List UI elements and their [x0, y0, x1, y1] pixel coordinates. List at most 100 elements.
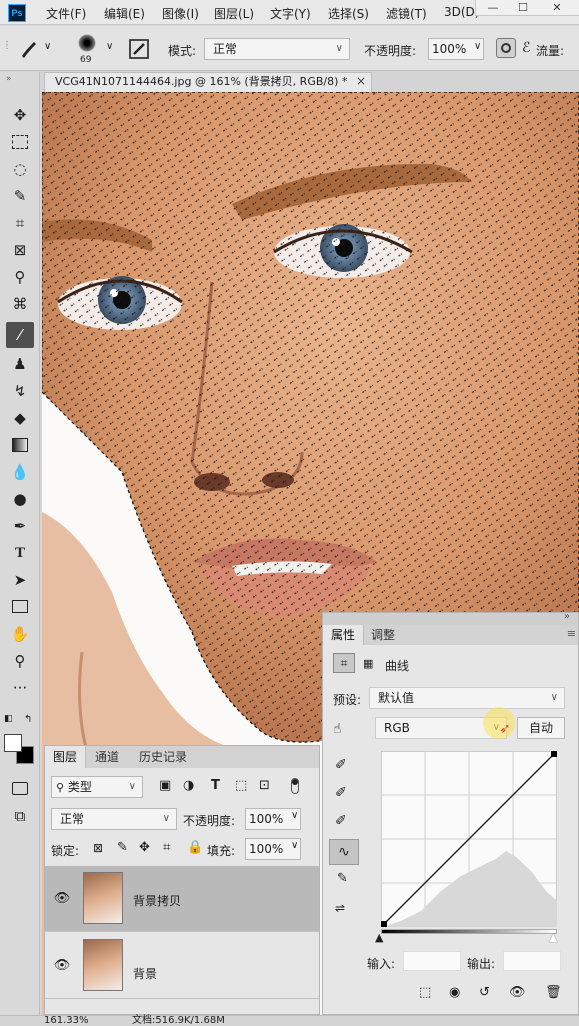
lasso-tool-icon[interactable]: ◌: [6, 156, 34, 182]
white-slider-icon[interactable]: ▲: [549, 931, 557, 944]
hand-tool-icon[interactable]: ✋: [6, 621, 34, 647]
lock-all-icon[interactable]: 🔒: [187, 840, 203, 855]
collapse-toolbar-icon[interactable]: »: [6, 74, 12, 84]
maximize-button[interactable]: ☐: [510, 0, 536, 16]
brush-tip-icon[interactable]: [78, 34, 96, 52]
quick-mask-icon[interactable]: [6, 776, 34, 802]
photoshop-logo: Ps: [8, 4, 26, 22]
collapse-panel-icon[interactable]: »: [564, 611, 570, 622]
curve-draw-pencil-icon[interactable]: ✎: [337, 871, 348, 886]
chevron-down-icon[interactable]: ∨: [474, 41, 481, 52]
menu-layer[interactable]: 图层(L): [214, 5, 254, 22]
gray-point-eyedropper-icon[interactable]: ✐: [335, 785, 347, 801]
pressure-opacity-icon[interactable]: [496, 38, 516, 58]
zoom-tool-icon[interactable]: ⚲: [6, 648, 34, 674]
lock-pixels-icon[interactable]: ✎: [117, 840, 128, 855]
lock-position-icon[interactable]: ✥: [139, 840, 150, 855]
chevron-down-icon[interactable]: ∨: [291, 810, 298, 821]
tab-channels[interactable]: 通道: [87, 746, 127, 768]
panel-menu-icon[interactable]: ≡: [567, 627, 576, 640]
menu-type[interactable]: 文字(Y): [270, 5, 311, 22]
close-window-button[interactable]: ✕: [544, 0, 570, 16]
white-point-eyedropper-icon[interactable]: ✐: [335, 813, 347, 829]
black-point-eyedropper-icon[interactable]: ✐: [335, 757, 347, 773]
curve-graph[interactable]: [381, 751, 557, 927]
gradient-tool-icon[interactable]: [6, 432, 34, 458]
move-tool-icon[interactable]: ✥: [6, 102, 34, 128]
document-tab[interactable]: VCG41N1071144464.jpg @ 161% (背景拷贝, RGB/8…: [44, 72, 372, 92]
close-document-icon[interactable]: ×: [356, 72, 366, 90]
auto-button[interactable]: 自动: [517, 717, 565, 739]
black-slider-icon[interactable]: ▲: [375, 931, 383, 944]
chevron-down-icon[interactable]: ∨: [44, 41, 51, 52]
panel-title: 曲线: [385, 659, 410, 673]
lock-artboard-icon[interactable]: ⌗: [163, 840, 170, 855]
pixel-mask-icon[interactable]: ▦: [363, 657, 373, 670]
brush-tool-icon[interactable]: ⁄: [6, 322, 34, 348]
marquee-tool-icon[interactable]: [6, 129, 34, 155]
visibility-eye-icon[interactable]: 👁: [53, 890, 71, 908]
screen-mode-icon[interactable]: ⧉: [6, 803, 34, 829]
pen-tool-icon[interactable]: ✒: [6, 513, 34, 539]
tab-adjustments[interactable]: 调整: [363, 625, 403, 645]
crop-tool-icon[interactable]: ⌗: [6, 210, 34, 236]
brush-panel-icon[interactable]: [128, 38, 150, 60]
blur-tool-icon[interactable]: 💧: [6, 459, 34, 485]
menu-image[interactable]: 图像(I): [162, 5, 199, 22]
path-selection-tool-icon[interactable]: ➤: [6, 567, 34, 593]
smooth-curve-icon[interactable]: ⇌: [335, 901, 345, 915]
minimize-button[interactable]: —: [480, 0, 506, 16]
menu-select[interactable]: 选择(S): [328, 5, 369, 22]
swap-colors-icon[interactable]: ↰: [24, 714, 32, 725]
foreground-color-swatch[interactable]: [4, 734, 22, 752]
layer-row-background[interactable]: 👁 背景: [45, 933, 319, 999]
lock-transparent-icon[interactable]: ⊠: [93, 841, 103, 855]
filter-smart-object-icon[interactable]: ⊡: [259, 778, 270, 793]
menu-filter[interactable]: 滤镜(T): [386, 5, 427, 22]
visibility-eye-icon[interactable]: 👁: [53, 957, 71, 975]
input-value-field[interactable]: [403, 951, 461, 971]
chevron-down-icon: ∨: [128, 781, 136, 792]
eraser-tool-icon[interactable]: ◆: [6, 405, 34, 431]
layer-filter-dropdown[interactable]: ⚲ 类型 ∨: [51, 776, 143, 798]
zoom-level[interactable]: 161.33%: [44, 1016, 89, 1026]
output-gradient-bar: [381, 929, 557, 934]
menu-edit[interactable]: 编辑(E): [104, 5, 145, 22]
curve-edit-points-icon[interactable]: ∿: [329, 839, 359, 865]
default-colors-icon[interactable]: ◧: [4, 714, 13, 724]
tab-layers[interactable]: 图层: [45, 746, 87, 768]
rectangle-tool-icon[interactable]: [6, 594, 34, 620]
mode-dropdown[interactable]: 正常 ∨: [204, 38, 350, 60]
brush-preset-icon[interactable]: [18, 38, 40, 60]
history-brush-tool-icon[interactable]: ↯: [6, 378, 34, 404]
chevron-down-icon[interactable]: ∨: [291, 840, 298, 851]
chevron-down-icon[interactable]: ∨: [106, 41, 113, 52]
layer-row-background-copy[interactable]: 👁 背景拷贝: [45, 866, 319, 932]
frame-tool-icon[interactable]: ⊠: [6, 237, 34, 263]
filter-toggle-icon[interactable]: [291, 778, 299, 794]
filter-pixel-icon[interactable]: ▣: [159, 778, 171, 793]
filter-adjustment-icon[interactable]: ◑: [183, 778, 194, 793]
view-previous-state-icon[interactable]: ◉: [449, 985, 460, 1000]
reset-adjustment-icon[interactable]: ↺: [479, 985, 490, 1000]
healing-brush-tool-icon[interactable]: ⌘: [6, 291, 34, 317]
airbrush-icon[interactable]: ℰ: [522, 40, 530, 56]
tab-history[interactable]: 历史记录: [131, 746, 195, 768]
more-tools-icon[interactable]: ···: [6, 675, 34, 701]
clone-stamp-tool-icon[interactable]: ♟: [6, 351, 34, 377]
clip-to-layer-icon[interactable]: ⬚: [419, 985, 431, 1000]
toggle-visibility-icon[interactable]: 👁: [509, 985, 526, 1000]
eyedropper-tool-icon[interactable]: ⚲: [6, 264, 34, 290]
dodge-tool-icon[interactable]: ●: [6, 486, 34, 512]
output-value-field[interactable]: [503, 951, 561, 971]
type-tool-icon[interactable]: T: [6, 540, 34, 566]
tab-properties[interactable]: 属性: [323, 625, 365, 645]
quick-selection-tool-icon[interactable]: ✎: [6, 183, 34, 209]
preset-dropdown[interactable]: 默认值 ∨: [369, 687, 565, 709]
menu-file[interactable]: 文件(F): [46, 5, 86, 22]
filter-type-icon[interactable]: T: [211, 778, 220, 793]
blend-mode-dropdown[interactable]: 正常 ∨: [51, 808, 177, 830]
filter-shape-icon[interactable]: ⬚: [235, 778, 247, 793]
delete-adjustment-icon[interactable]: 🗑: [545, 985, 562, 1000]
targeted-adjustment-hand-icon[interactable]: ☝: [333, 721, 342, 737]
